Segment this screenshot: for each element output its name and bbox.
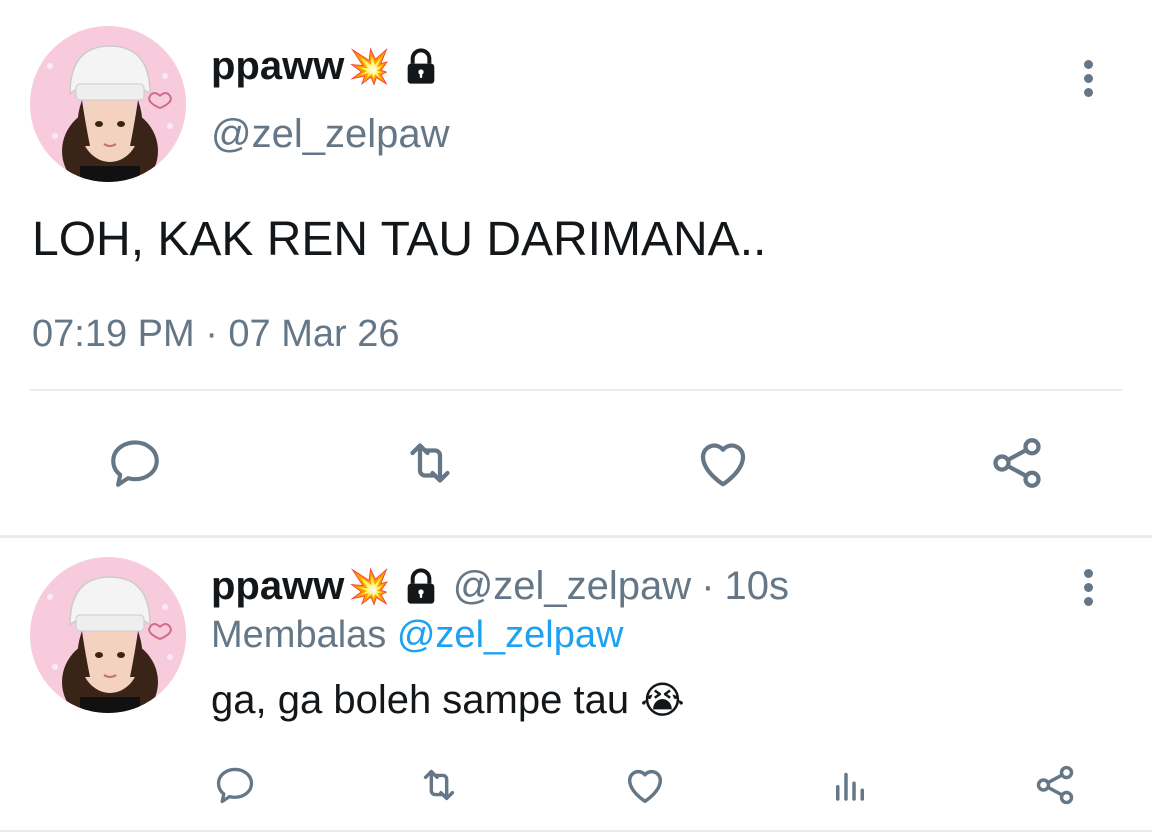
name-emoji: 💥 — [348, 47, 391, 86]
reply-icon — [216, 767, 254, 804]
like-button[interactable] — [688, 428, 758, 498]
retweet-icon — [410, 443, 450, 483]
tweet-text: LOH, KAK REN TAU DARIMANA.. — [32, 213, 767, 266]
analytics-button[interactable] — [825, 760, 875, 810]
retweet-button[interactable] — [414, 760, 464, 810]
share-button[interactable] — [1030, 760, 1080, 810]
divider — [30, 389, 1122, 391]
like-button[interactable] — [620, 760, 670, 810]
reply-display-name[interactable]: ppaww — [211, 564, 344, 609]
lock-icon — [407, 47, 435, 84]
retweet-icon — [423, 769, 455, 801]
handle[interactable]: @zel_zelpaw — [211, 112, 450, 157]
bottom-divider — [0, 830, 1152, 832]
replying-to-link[interactable]: @zel_zelpaw — [397, 614, 624, 656]
heart-icon — [627, 769, 663, 804]
crying-emoji: 😭 — [640, 680, 685, 722]
avatar-image — [30, 26, 186, 182]
share-button[interactable] — [982, 428, 1052, 498]
reply-text: ga, ga boleh sampe tau — [211, 678, 630, 722]
share-icon — [993, 438, 1041, 488]
name-emoji: 💥 — [348, 567, 391, 606]
reply-icon — [111, 440, 159, 487]
separator: · — [701, 564, 715, 608]
display-name[interactable]: ppaww — [211, 44, 344, 89]
more-options-icon[interactable] — [1084, 564, 1093, 611]
avatar[interactable] — [30, 26, 186, 182]
retweet-button[interactable] — [395, 428, 465, 498]
share-icon — [1036, 765, 1074, 805]
tweet-timestamp[interactable]: 07:19 PM · 07 Mar 26 — [32, 313, 400, 356]
more-options-icon[interactable] — [1084, 55, 1093, 102]
lock-icon — [407, 567, 435, 604]
reply-button[interactable] — [210, 760, 260, 810]
reply-button[interactable] — [100, 428, 170, 498]
replying-prefix: Membalas — [211, 614, 387, 656]
analytics-icon — [836, 772, 864, 801]
reply-avatar[interactable] — [30, 557, 186, 713]
avatar-image — [30, 557, 186, 713]
reply-handle[interactable]: @zel_zelpaw — [453, 564, 692, 609]
heart-icon — [700, 443, 746, 487]
reply-time[interactable]: 10s — [725, 564, 790, 609]
section-divider — [0, 535, 1152, 538]
